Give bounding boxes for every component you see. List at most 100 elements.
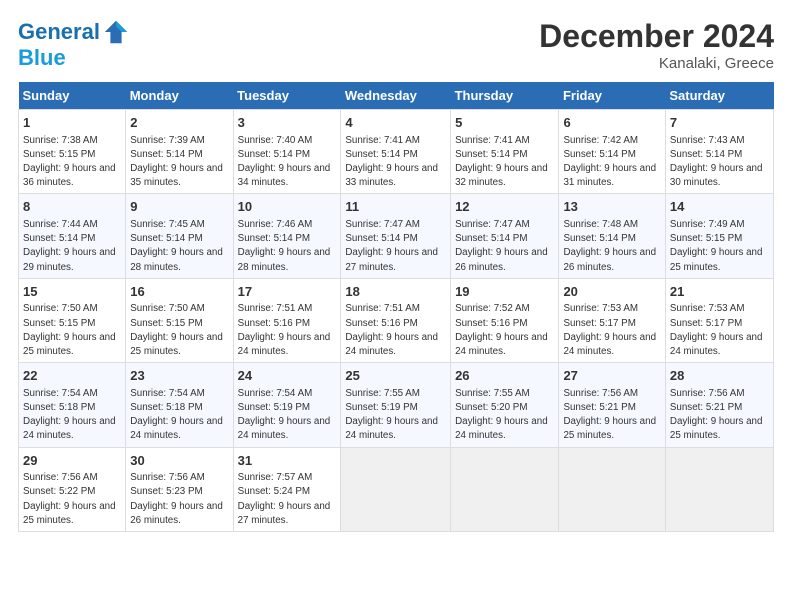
calendar-cell: 9Sunrise: 7:45 AM Sunset: 5:14 PM Daylig… (126, 194, 233, 278)
calendar-cell: 18 Sunrise: 7:51 AM Sunset: 5:16 PM Dayli… (341, 278, 451, 362)
day-info: Sunrise: 7:47 AM Sunset: 5:14 PM Dayligh… (455, 219, 548, 273)
calendar-cell: 28 Sunrise: 7:56 AM Sunset: 5:21 PM Dayli… (665, 363, 773, 447)
day-number: 2 (130, 114, 228, 132)
header: General Blue December 2024 Kanalaki, Gre… (18, 18, 774, 72)
day-number: 18 (345, 283, 446, 301)
day-info: Sunrise: 7:46 AM Sunset: 5:14 PM Dayligh… (238, 219, 331, 273)
day-number: 15 (23, 283, 121, 301)
calendar-cell: 22Sunrise: 7:54 AM Sunset: 5:18 PM Dayli… (19, 363, 126, 447)
day-info: Sunrise: 7:38 AM Sunset: 5:15 PM Dayligh… (23, 135, 116, 189)
title-block: December 2024 Kanalaki, Greece (539, 18, 774, 72)
day-number: 7 (670, 114, 769, 132)
day-info: Sunrise: 7:44 AM Sunset: 5:14 PM Dayligh… (23, 219, 116, 273)
logo-line2: Blue (18, 46, 130, 70)
weekday-header-wednesday: Wednesday (341, 82, 451, 110)
calendar-cell: 10 Sunrise: 7:46 AM Sunset: 5:14 PM Dayli… (233, 194, 341, 278)
day-info: Sunrise: 7:57 AM Sunset: 5:24 PM Dayligh… (238, 472, 331, 526)
day-info: Sunrise: 7:51 AM Sunset: 5:16 PM Dayligh… (345, 303, 438, 357)
calendar-cell: 14 Sunrise: 7:49 AM Sunset: 5:15 PM Dayli… (665, 194, 773, 278)
day-info: Sunrise: 7:56 AM Sunset: 5:21 PM Dayligh… (563, 388, 656, 442)
calendar-table: SundayMondayTuesdayWednesdayThursdayFrid… (18, 82, 774, 532)
calendar-cell: 16 Sunrise: 7:50 AM Sunset: 5:15 PM Dayli… (126, 278, 233, 362)
day-info: Sunrise: 7:51 AM Sunset: 5:16 PM Dayligh… (238, 303, 331, 357)
day-info: Sunrise: 7:52 AM Sunset: 5:16 PM Dayligh… (455, 303, 548, 357)
calendar-cell: 11Sunrise: 7:47 AM Sunset: 5:14 PM Dayli… (341, 194, 451, 278)
day-info: Sunrise: 7:56 AM Sunset: 5:23 PM Dayligh… (130, 472, 223, 526)
month-title: December 2024 (539, 18, 774, 55)
calendar-cell: 26 Sunrise: 7:55 AM Sunset: 5:20 PM Dayli… (451, 363, 559, 447)
day-number: 5 (455, 114, 554, 132)
day-number: 16 (130, 283, 228, 301)
day-number: 17 (238, 283, 337, 301)
day-number: 30 (130, 452, 228, 470)
day-number: 3 (238, 114, 337, 132)
calendar-cell: 20Sunrise: 7:53 AM Sunset: 5:17 PM Dayli… (559, 278, 665, 362)
day-info: Sunrise: 7:54 AM Sunset: 5:19 PM Dayligh… (238, 388, 331, 442)
day-info: Sunrise: 7:43 AM Sunset: 5:14 PM Dayligh… (670, 135, 763, 189)
day-number: 1 (23, 114, 121, 132)
calendar-cell (559, 447, 665, 531)
day-number: 14 (670, 198, 769, 216)
calendar-cell: 29 Sunrise: 7:56 AM Sunset: 5:22 PM Dayli… (19, 447, 126, 531)
day-info: Sunrise: 7:49 AM Sunset: 5:15 PM Dayligh… (670, 219, 763, 273)
day-number: 21 (670, 283, 769, 301)
calendar-cell: 7 Sunrise: 7:43 AM Sunset: 5:14 PM Daylig… (665, 110, 773, 194)
day-info: Sunrise: 7:48 AM Sunset: 5:14 PM Dayligh… (563, 219, 656, 273)
calendar-cell: 24 Sunrise: 7:54 AM Sunset: 5:19 PM Dayli… (233, 363, 341, 447)
weekday-header-monday: Monday (126, 82, 233, 110)
day-info: Sunrise: 7:55 AM Sunset: 5:19 PM Dayligh… (345, 388, 438, 442)
calendar-cell (665, 447, 773, 531)
day-info: Sunrise: 7:42 AM Sunset: 5:14 PM Dayligh… (563, 135, 656, 189)
day-number: 22 (23, 367, 121, 385)
calendar-cell: 17 Sunrise: 7:51 AM Sunset: 5:16 PM Dayli… (233, 278, 341, 362)
day-number: 24 (238, 367, 337, 385)
day-number: 13 (563, 198, 660, 216)
calendar-cell (451, 447, 559, 531)
day-number: 4 (345, 114, 446, 132)
calendar-cell: 23 Sunrise: 7:54 AM Sunset: 5:18 PM Dayli… (126, 363, 233, 447)
calendar-cell: 1 Sunrise: 7:38 AM Sunset: 5:15 PM Daylig… (19, 110, 126, 194)
main-container: General Blue December 2024 Kanalaki, Gre… (0, 0, 792, 542)
day-number: 8 (23, 198, 121, 216)
calendar-cell: 6 Sunrise: 7:42 AM Sunset: 5:14 PM Daylig… (559, 110, 665, 194)
calendar-cell: 19 Sunrise: 7:52 AM Sunset: 5:16 PM Dayli… (451, 278, 559, 362)
calendar-cell: 21Sunrise: 7:53 AM Sunset: 5:17 PM Dayli… (665, 278, 773, 362)
day-number: 27 (563, 367, 660, 385)
calendar-cell: 30 Sunrise: 7:56 AM Sunset: 5:23 PM Dayli… (126, 447, 233, 531)
calendar-cell: 15 Sunrise: 7:50 AM Sunset: 5:15 PM Dayli… (19, 278, 126, 362)
day-number: 29 (23, 452, 121, 470)
day-number: 23 (130, 367, 228, 385)
day-info: Sunrise: 7:56 AM Sunset: 5:22 PM Dayligh… (23, 472, 116, 526)
logo: General Blue (18, 18, 130, 70)
day-info: Sunrise: 7:50 AM Sunset: 5:15 PM Dayligh… (130, 303, 223, 357)
calendar-cell: 12 Sunrise: 7:47 AM Sunset: 5:14 PM Dayli… (451, 194, 559, 278)
day-info: Sunrise: 7:50 AM Sunset: 5:15 PM Dayligh… (23, 303, 116, 357)
calendar-cell: 27 Sunrise: 7:56 AM Sunset: 5:21 PM Dayli… (559, 363, 665, 447)
day-number: 6 (563, 114, 660, 132)
calendar-cell: 13 Sunrise: 7:48 AM Sunset: 5:14 PM Dayli… (559, 194, 665, 278)
day-info: Sunrise: 7:56 AM Sunset: 5:21 PM Dayligh… (670, 388, 763, 442)
day-info: Sunrise: 7:40 AM Sunset: 5:14 PM Dayligh… (238, 135, 331, 189)
day-number: 19 (455, 283, 554, 301)
logo-icon (102, 18, 130, 46)
calendar-cell: 3 Sunrise: 7:40 AM Sunset: 5:14 PM Daylig… (233, 110, 341, 194)
calendar-cell: 25 Sunrise: 7:55 AM Sunset: 5:19 PM Dayli… (341, 363, 451, 447)
day-number: 26 (455, 367, 554, 385)
day-info: Sunrise: 7:53 AM Sunset: 5:17 PM Dayligh… (563, 303, 656, 357)
weekday-header-saturday: Saturday (665, 82, 773, 110)
calendar-cell: 2Sunrise: 7:39 AM Sunset: 5:14 PM Daylig… (126, 110, 233, 194)
weekday-header-friday: Friday (559, 82, 665, 110)
day-info: Sunrise: 7:54 AM Sunset: 5:18 PM Dayligh… (130, 388, 223, 442)
location: Kanalaki, Greece (539, 55, 774, 72)
calendar-cell: 31 Sunrise: 7:57 AM Sunset: 5:24 PM Dayli… (233, 447, 341, 531)
weekday-header-thursday: Thursday (451, 82, 559, 110)
logo-text: General (18, 20, 100, 44)
weekday-header-sunday: Sunday (19, 82, 126, 110)
day-number: 28 (670, 367, 769, 385)
day-number: 12 (455, 198, 554, 216)
weekday-header-tuesday: Tuesday (233, 82, 341, 110)
day-info: Sunrise: 7:55 AM Sunset: 5:20 PM Dayligh… (455, 388, 548, 442)
day-number: 25 (345, 367, 446, 385)
day-number: 10 (238, 198, 337, 216)
day-number: 31 (238, 452, 337, 470)
